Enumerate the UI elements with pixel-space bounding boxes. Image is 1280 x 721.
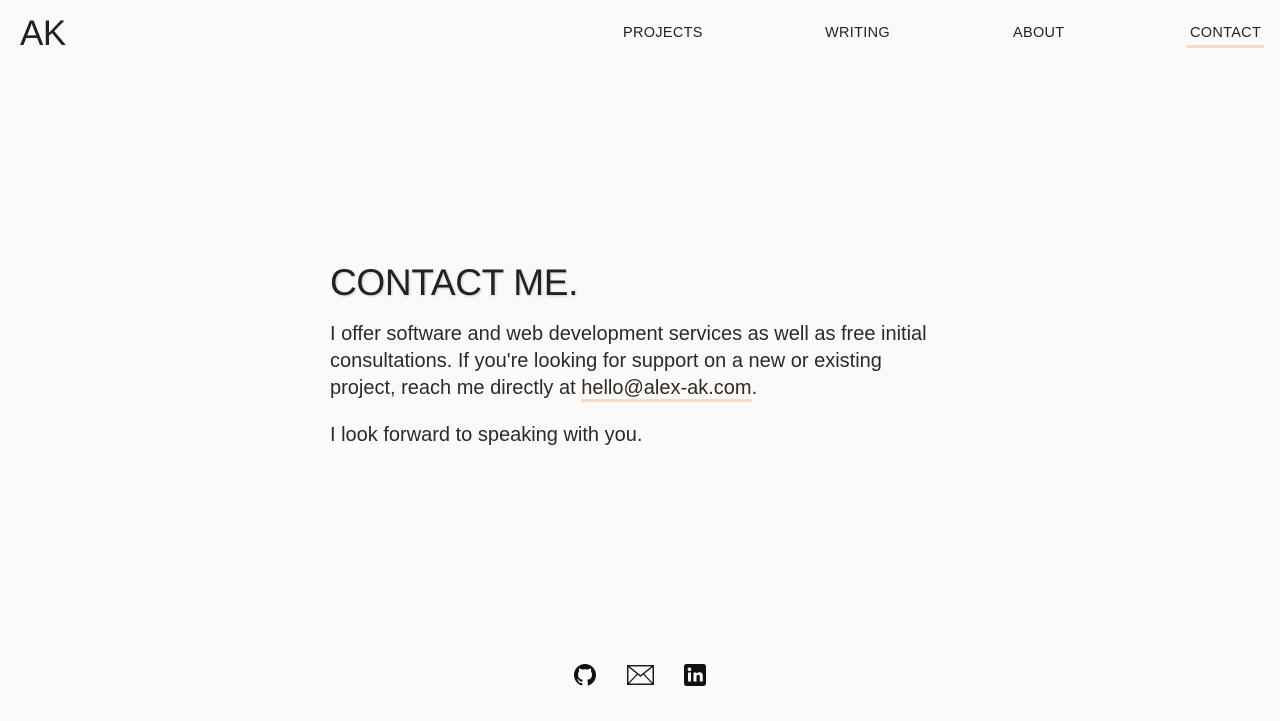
page-title: CONTACT ME. — [330, 262, 579, 303]
footer — [0, 662, 1280, 690]
contact-section: CONTACT ME. I offer software and web dev… — [330, 262, 950, 449]
page: AK PROJECTS WRITING ABOUT CONTACT CONTAC… — [0, 0, 1280, 721]
github-icon — [574, 664, 596, 686]
intro-paragraph: I offer software and web development ser… — [330, 321, 950, 402]
email-icon-link[interactable] — [626, 662, 654, 688]
main-nav: PROJECTS WRITING ABOUT CONTACT — [0, 0, 1280, 60]
nav-projects[interactable]: PROJECTS — [623, 24, 703, 42]
linkedin-link[interactable] — [682, 662, 708, 688]
mail-icon — [626, 665, 654, 685]
intro-period: . — [751, 377, 758, 399]
email-link[interactable]: hello@alex-ak.com — [581, 377, 752, 402]
github-link[interactable] — [572, 662, 598, 688]
closing-paragraph: I look forward to speaking with you. — [330, 424, 643, 446]
nav-contact[interactable]: CONTACT — [1187, 24, 1265, 48]
nav-writing[interactable]: WRITING — [825, 24, 890, 42]
nav-about[interactable]: ABOUT — [1013, 24, 1064, 42]
linkedin-icon — [684, 664, 706, 686]
